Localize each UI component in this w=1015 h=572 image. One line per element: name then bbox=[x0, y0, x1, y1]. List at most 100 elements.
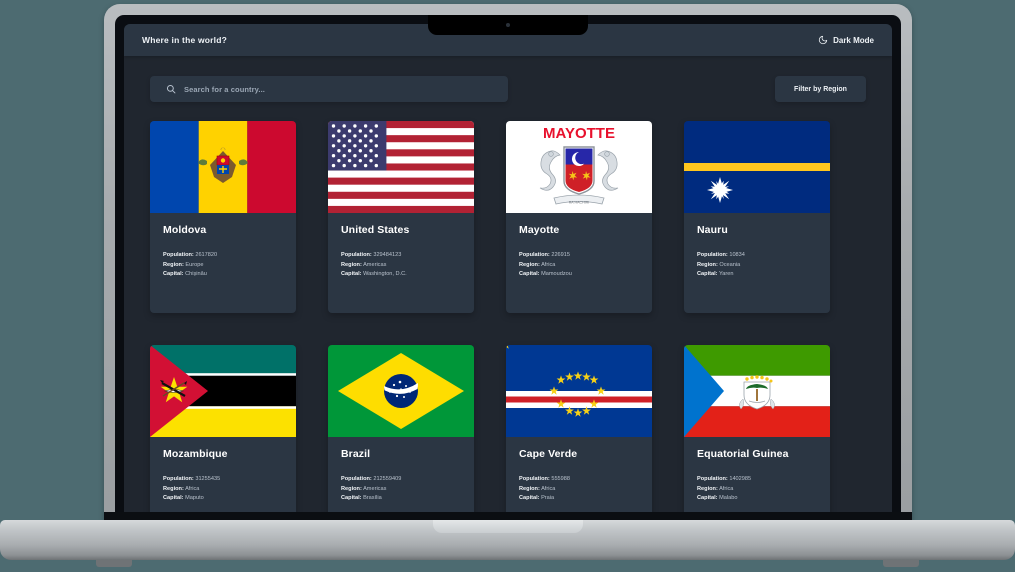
card-body: Equatorial Guinea Population: 1402985 Re… bbox=[684, 437, 830, 504]
screenshot-stage: Where in the world? Dark Mode Search for… bbox=[0, 0, 1015, 572]
region-value: Americas bbox=[363, 261, 387, 268]
laptop-foot-left bbox=[96, 560, 132, 567]
search-icon bbox=[166, 84, 176, 94]
region-label: Region: bbox=[341, 261, 362, 268]
webcam-icon bbox=[506, 23, 510, 27]
moon-icon bbox=[818, 35, 828, 45]
population-value: 2617820 bbox=[195, 251, 218, 258]
country-card-mayotte[interactable]: MAYOTTE RA HACHIRI Mayotte Population: 2… bbox=[506, 121, 652, 313]
search-input[interactable] bbox=[184, 76, 508, 102]
country-meta: Population: 10834 Region: Oceania Capita… bbox=[697, 251, 817, 281]
card-body: Nauru Population: 10834 Region: Oceania … bbox=[684, 213, 830, 280]
dark-mode-toggle[interactable]: Dark Mode bbox=[818, 35, 874, 45]
population-label: Population: bbox=[697, 251, 728, 258]
capital-label: Capital: bbox=[519, 495, 540, 502]
population-value: 555988 bbox=[551, 475, 570, 482]
country-card-equatorial-guinea[interactable]: Equatorial Guinea Population: 1402985 Re… bbox=[684, 345, 830, 527]
laptop-foot-right bbox=[883, 560, 919, 567]
region-value: Africa bbox=[185, 485, 200, 492]
country-card-nauru[interactable]: Nauru Population: 10834 Region: Oceania … bbox=[684, 121, 830, 313]
country-name: Brazil bbox=[341, 448, 371, 460]
country-name: Equatorial Guinea bbox=[697, 448, 789, 460]
laptop-lid: Where in the world? Dark Mode Search for… bbox=[104, 4, 912, 527]
region-value: Oceania bbox=[719, 261, 741, 268]
filter-by-region-button[interactable]: Filter by Region bbox=[775, 76, 866, 102]
capital-label: Capital: bbox=[519, 271, 540, 278]
country-name: Moldova bbox=[163, 224, 207, 236]
population-value: 329484123 bbox=[373, 251, 402, 258]
population-value: 212559409 bbox=[373, 475, 402, 482]
search-bar[interactable] bbox=[150, 76, 508, 102]
country-name: Mayotte bbox=[519, 224, 560, 236]
region-label: Region: bbox=[697, 485, 718, 492]
region-value: Africa bbox=[541, 485, 556, 492]
svg-text:RA HACHIRI: RA HACHIRI bbox=[569, 200, 590, 204]
country-meta: Population: 329484123 Region: Americas C… bbox=[341, 251, 461, 281]
capital-label: Capital: bbox=[341, 495, 362, 502]
country-meta: Population: 555988 Region: Africa Capita… bbox=[519, 475, 639, 505]
region-value: Europe bbox=[185, 261, 204, 268]
population-value: 31255435 bbox=[195, 475, 221, 482]
country-card-mozambique[interactable]: Mozambique Population: 31255435 Region: … bbox=[150, 345, 296, 527]
capital-value: Malabo bbox=[719, 495, 738, 502]
country-meta: Population: 1402985 Region: Africa Capit… bbox=[697, 475, 817, 505]
region-label: Region: bbox=[341, 485, 362, 492]
population-label: Population: bbox=[341, 475, 372, 482]
region-value: Africa bbox=[541, 261, 556, 268]
card-body: Mayotte Population: 226915 Region: Afric… bbox=[506, 213, 652, 280]
capital-value: Yaren bbox=[718, 271, 734, 278]
country-name: Cape Verde bbox=[519, 448, 578, 460]
population-label: Population: bbox=[341, 251, 372, 258]
population-label: Population: bbox=[519, 475, 550, 482]
laptop-screen: Where in the world? Dark Mode Search for… bbox=[124, 24, 892, 527]
region-label: Region: bbox=[519, 261, 540, 268]
population-label: Population: bbox=[163, 475, 194, 482]
laptop-bezel: Where in the world? Dark Mode Search for… bbox=[115, 15, 901, 527]
country-meta: Population: 31255435 Region: Africa Capi… bbox=[163, 475, 283, 505]
mozambique-flag bbox=[150, 345, 296, 437]
region-label: Region: bbox=[163, 261, 184, 268]
card-body: Moldova Population: 2617820 Region: Euro… bbox=[150, 213, 296, 280]
region-label: Region: bbox=[697, 261, 718, 268]
country-meta: Population: 212559409 Region: Americas C… bbox=[341, 475, 461, 505]
population-label: Population: bbox=[519, 251, 550, 258]
svg-text:MAYOTTE: MAYOTTE bbox=[543, 125, 615, 142]
mayotte-flag: MAYOTTE RA HACHIRI bbox=[506, 121, 652, 213]
capital-value: Brasília bbox=[363, 495, 382, 502]
capital-label: Capital: bbox=[341, 271, 362, 278]
country-meta: Population: 226915 Region: Africa Capita… bbox=[519, 251, 639, 281]
country-card-brazil[interactable]: Brazil Population: 212559409 Region: Ame… bbox=[328, 345, 474, 527]
capital-label: Capital: bbox=[163, 271, 184, 278]
brazil-flag bbox=[328, 345, 474, 437]
app-root: Where in the world? Dark Mode Search for… bbox=[124, 24, 892, 527]
country-card-cape-verde[interactable]: Cape Verde Population: 555988 Region: Af… bbox=[506, 345, 652, 527]
region-value: Africa bbox=[719, 485, 734, 492]
country-name: United States bbox=[341, 224, 410, 236]
country-name: Nauru bbox=[697, 224, 728, 236]
card-body: Brazil Population: 212559409 Region: Ame… bbox=[328, 437, 474, 504]
controls-row: Filter by Region bbox=[124, 56, 892, 102]
moldova-flag bbox=[150, 121, 296, 213]
country-meta: Population: 2617820 Region: Europe Capit… bbox=[163, 251, 283, 281]
capital-label: Capital: bbox=[697, 495, 718, 502]
laptop-notch bbox=[428, 15, 588, 35]
region-label: Region: bbox=[163, 485, 184, 492]
capital-value: Washington, D.C. bbox=[363, 271, 407, 278]
population-label: Population: bbox=[697, 475, 728, 482]
country-card-moldova[interactable]: Moldova Population: 2617820 Region: Euro… bbox=[150, 121, 296, 313]
capital-value: Chișinău bbox=[185, 271, 207, 278]
population-label: Population: bbox=[163, 251, 194, 258]
card-body: Mozambique Population: 31255435 Region: … bbox=[150, 437, 296, 504]
nauru-flag bbox=[684, 121, 830, 213]
capital-label: Capital: bbox=[163, 495, 184, 502]
united-states-flag bbox=[328, 121, 474, 213]
capital-value: Praia bbox=[541, 495, 555, 502]
country-card-united-states[interactable]: United States Population: 329484123 Regi… bbox=[328, 121, 474, 313]
card-body: Cape Verde Population: 555988 Region: Af… bbox=[506, 437, 652, 504]
card-body: United States Population: 329484123 Regi… bbox=[328, 213, 474, 280]
dark-mode-label: Dark Mode bbox=[833, 35, 874, 45]
capital-label: Capital: bbox=[697, 271, 718, 278]
country-grid: Moldova Population: 2617820 Region: Euro… bbox=[124, 102, 892, 527]
country-name: Mozambique bbox=[163, 448, 228, 460]
laptop-base bbox=[0, 520, 1015, 560]
